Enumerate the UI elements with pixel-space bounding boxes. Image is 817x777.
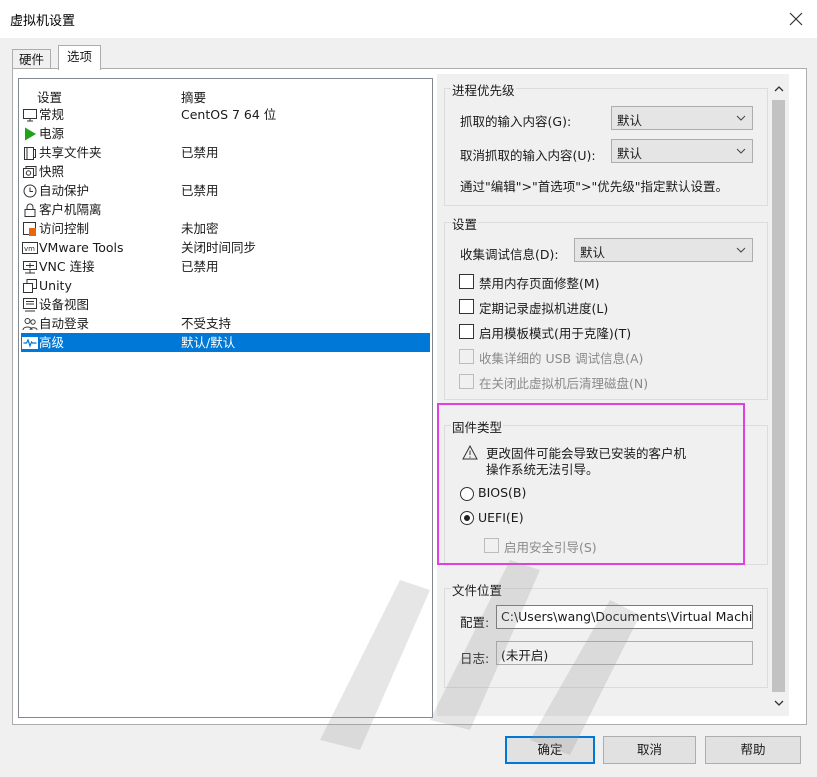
close-icon — [789, 12, 803, 26]
template-mode-checkbox[interactable] — [459, 324, 474, 339]
priority-hint: 通过"编辑">"首选项">"优先级"指定默认设置。 — [460, 179, 728, 194]
scroll-down-icon[interactable] — [773, 698, 784, 708]
ungrab-input-select[interactable]: 默认 — [611, 139, 753, 163]
title-bar: 虚拟机设置 — [0, 0, 817, 38]
disable-memory-trim-checkbox[interactable] — [459, 274, 474, 289]
secure-boot-checkbox — [484, 538, 499, 553]
users-icon — [22, 316, 38, 332]
disable-memory-trim-label: 禁用内存页面修整(M) — [479, 276, 600, 291]
grab-input-select[interactable]: 默认 — [611, 106, 753, 130]
usb-debug-checkbox — [459, 349, 474, 364]
monitor-icon — [22, 107, 38, 123]
clean-disk-checkbox — [459, 374, 474, 389]
vertical-scrollbar[interactable] — [770, 78, 787, 716]
chevron-down-icon — [736, 148, 746, 154]
tab-options[interactable]: 选项 — [58, 45, 102, 70]
secure-boot-label: 启用安全引导(S) — [504, 540, 597, 555]
column-header-setting: 设置 — [37, 90, 63, 105]
unity-icon — [22, 278, 38, 294]
tab-hardware[interactable]: 硬件 — [12, 49, 52, 69]
ungrab-input-label: 取消抓取的输入内容(U): — [460, 148, 596, 163]
ok-button[interactable]: 确定 — [505, 736, 595, 764]
list-item-vmware-tools[interactable]: vm VMware Tools 关闭时间同步 — [21, 238, 430, 257]
list-item-unity[interactable]: Unity — [21, 276, 430, 295]
firmware-caption: 固件类型 — [451, 417, 504, 436]
snapshot-icon — [22, 164, 38, 180]
list-item-device-view[interactable]: 设备视图 — [21, 295, 430, 314]
log-progress-checkbox[interactable] — [459, 299, 474, 314]
clean-disk-label: 在关闭此虚拟机后清理磁盘(N) — [479, 376, 649, 391]
scrollbar-thumb[interactable] — [772, 100, 785, 692]
log-path-label: 日志: — [460, 651, 490, 666]
access-control-icon — [22, 221, 38, 237]
column-header-summary: 摘要 — [181, 90, 207, 105]
chevron-down-icon — [736, 115, 746, 121]
process-priority-caption: 进程优先级 — [451, 80, 516, 99]
uefi-label: UEFI(E) — [478, 510, 524, 525]
pulse-icon — [22, 335, 38, 351]
file-location-group: 文件位置 — [444, 580, 768, 688]
uefi-radio[interactable] — [460, 511, 474, 525]
firmware-warning-line2: 操作系统无法引导。 — [486, 462, 599, 477]
list-item-advanced[interactable]: 高级 默认/默认 — [21, 333, 430, 352]
usb-debug-label: 收集详细的 USB 调试信息(A) — [479, 351, 644, 366]
settings-list[interactable]: 设置 摘要 常规 CentOS 7 64 位 电源 共享文件夹 已禁用 快照 自… — [18, 78, 433, 718]
file-location-caption: 文件位置 — [451, 580, 504, 599]
play-icon — [22, 126, 38, 142]
debug-info-label: 收集调试信息(D): — [460, 247, 559, 262]
lock-icon — [22, 202, 38, 218]
grab-input-label: 抓取的输入内容(G): — [460, 114, 572, 129]
radio-selected-dot — [464, 515, 470, 521]
list-item-guest-isolation[interactable]: 客户机隔离 — [21, 200, 430, 219]
bios-radio[interactable] — [460, 487, 474, 501]
clock-icon — [22, 183, 38, 199]
bios-label: BIOS(B) — [478, 485, 527, 500]
log-progress-label: 定期记录虚拟机进度(L) — [479, 301, 609, 316]
shared-folder-icon — [22, 145, 38, 161]
help-button[interactable]: 帮助 — [705, 736, 801, 764]
warning-icon — [462, 445, 478, 460]
list-item-shared-folders[interactable]: 共享文件夹 已禁用 — [21, 143, 430, 162]
list-item-access-control[interactable]: 访问控制 未加密 — [21, 219, 430, 238]
config-path-label: 配置: — [460, 615, 490, 630]
list-item-snapshot[interactable]: 快照 — [21, 162, 430, 181]
device-view-icon — [22, 297, 38, 313]
svg-text:vm: vm — [24, 245, 35, 253]
list-item-vnc[interactable]: VNC 连接 已禁用 — [21, 257, 430, 276]
debug-info-select[interactable]: 默认 — [574, 238, 753, 262]
vm-icon: vm — [22, 240, 38, 256]
network-icon — [22, 259, 38, 275]
close-button[interactable] — [781, 4, 811, 34]
list-item-autologin[interactable]: 自动登录 不受支持 — [21, 314, 430, 333]
log-path-field[interactable]: (未开启) — [496, 641, 753, 665]
config-path-field[interactable]: C:\Users\wang\Documents\Virtual Machin — [496, 605, 753, 629]
chevron-down-icon — [736, 247, 746, 253]
template-mode-label: 启用模板模式(用于克隆)(T) — [479, 326, 632, 341]
cancel-button[interactable]: 取消 — [603, 736, 696, 764]
list-item-autoprotect[interactable]: 自动保护 已禁用 — [21, 181, 430, 200]
settings-caption: 设置 — [451, 214, 479, 233]
window-title: 虚拟机设置 — [10, 14, 76, 29]
scroll-up-icon[interactable] — [773, 84, 784, 94]
list-item-general[interactable]: 常规 CentOS 7 64 位 — [21, 105, 430, 124]
list-item-power[interactable]: 电源 — [21, 124, 430, 143]
